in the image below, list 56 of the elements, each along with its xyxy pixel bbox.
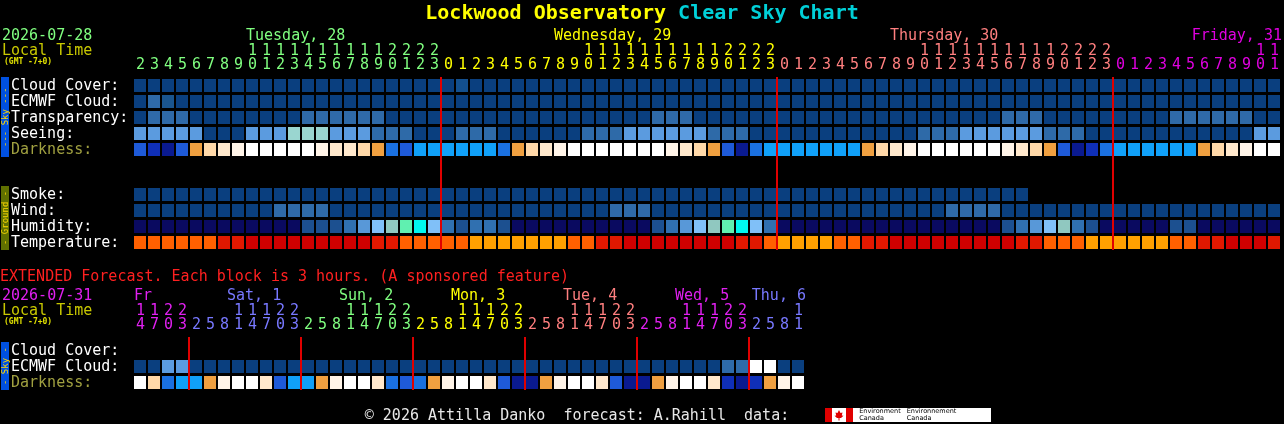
day-label: Sat, 1: [227, 288, 282, 303]
day-label: Sun, 2: [339, 288, 394, 303]
hour-digits: 012345678901234567890123: [780, 57, 1117, 71]
hour-tens: 11122: [346, 303, 416, 317]
hour-tens: 11111111112222: [584, 43, 780, 57]
row-label: Darkness:: [11, 141, 93, 157]
day-label: Tuesday, 28: [246, 28, 346, 43]
hour-tens: 11111111112222: [248, 43, 444, 57]
row-label: Humidity:: [11, 218, 93, 234]
hour-digits: 25814703: [528, 317, 640, 331]
hour-tens: 11122: [570, 303, 640, 317]
row-label: ECMWF Cloud:: [11, 93, 120, 109]
day-label: Fr: [134, 288, 153, 303]
gmt-offset: (GMT -7+0): [3, 317, 53, 326]
forecast-date: 2026-07-31: [1, 288, 93, 303]
gmt-offset: (GMT -7+0): [3, 57, 53, 66]
row-label: Cloud Cover:: [11, 77, 120, 93]
hour-digits: 25814703: [304, 317, 416, 331]
hour-digits: 25814703: [416, 317, 528, 331]
day-label: Friday, 31: [1191, 28, 1282, 43]
row-label: Seeing:: [11, 125, 75, 141]
row-label: ECMWF Cloud:: [11, 358, 120, 374]
hour-digits: 012345678901234567890123: [444, 57, 781, 71]
forecast-date: 2026-07-28: [1, 28, 93, 43]
hour-tens: 11122: [682, 303, 752, 317]
hour-tens: 11122: [458, 303, 528, 317]
row-label: Cloud Cover:: [11, 342, 120, 358]
day-label: Wed, 5: [675, 288, 730, 303]
day-label: Thu, 6: [751, 288, 806, 303]
hour-tens: 11111111112222: [920, 43, 1116, 57]
day-label: Mon, 3: [451, 288, 506, 303]
hour-digits: 2345678901234567890123: [136, 57, 445, 71]
hour-digits: 2581: [752, 317, 808, 331]
observatory-name: Lockwood Observatory: [425, 0, 667, 24]
hour-tens: 11122: [234, 303, 304, 317]
hour-tens: 11: [1256, 43, 1284, 57]
hour-tens: 1: [794, 303, 808, 317]
footer-credits: © 2026 Attilla Danko forecast: A.Rahill data:: [364, 406, 790, 424]
row-label: Wind:: [11, 202, 57, 218]
day-label: Thursday, 30: [890, 28, 999, 43]
day-label: Tue, 4: [563, 288, 618, 303]
hour-digits: 4703: [136, 317, 192, 331]
row-label: Smoke:: [11, 186, 66, 202]
row-label: Temperature:: [11, 234, 120, 250]
local-time-label: Local Time: [1, 303, 93, 317]
day-label: Wednesday, 29: [554, 28, 672, 43]
extended-notice: EXTENDED Forecast. Each block is 3 hours. (A sponsored feature): [0, 268, 569, 284]
hour-tens: 1122: [136, 303, 192, 317]
hour-digits: 012345678901: [1116, 57, 1284, 71]
hour-digits: 25814703: [192, 317, 304, 331]
canada-flag-icon: [825, 408, 854, 422]
row-label: Transparency:: [11, 109, 129, 125]
local-time-label: Local Time: [1, 43, 93, 57]
chart-title: Clear Sky Chart: [678, 0, 859, 24]
row-label: Darkness:: [11, 374, 93, 390]
hour-digits: 25814703: [640, 317, 752, 331]
